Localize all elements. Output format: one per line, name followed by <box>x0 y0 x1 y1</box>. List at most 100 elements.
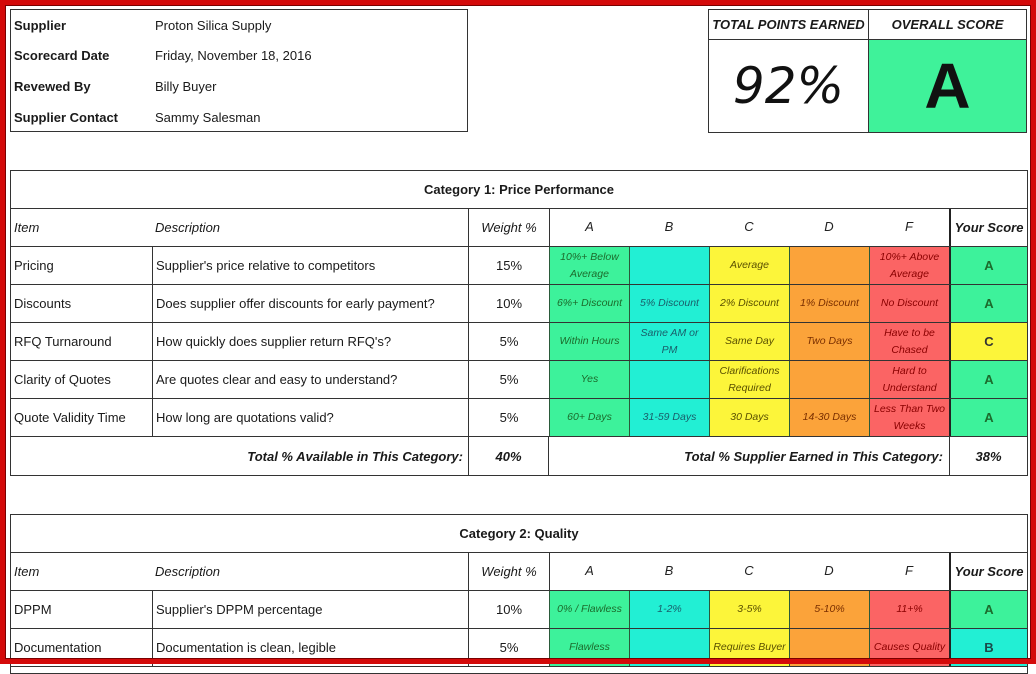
column-header-d: D <box>824 219 834 235</box>
grade-a-criteria: Flawless <box>549 629 629 666</box>
grade-c-criteria: Average <box>709 247 789 284</box>
table-row: Discounts Does supplier offer discounts … <box>11 285 1027 323</box>
overall-score-header: OVERALL SCORE <box>869 10 1026 40</box>
row-weight: 10% <box>468 591 549 628</box>
grade-f-criteria: Hard to Understand <box>869 361 949 398</box>
row-description: How long are quotations valid? <box>152 399 468 436</box>
column-header-f: F <box>905 219 913 235</box>
column-header-item: Item <box>14 564 40 579</box>
grade-d-criteria <box>789 247 869 284</box>
supplier-info-box: Supplier Proton Silica Supply Scorecard … <box>10 9 468 132</box>
grade-b-criteria <box>629 629 709 666</box>
grade-c-criteria: 3-5% <box>709 591 789 628</box>
row-description: Documentation is clean, legible <box>152 629 468 666</box>
grade-b-criteria <box>629 247 709 284</box>
row-weight: 5% <box>468 323 549 360</box>
grade-c-criteria: 2% Discount <box>709 285 789 322</box>
row-item: Quote Validity Time <box>14 410 126 425</box>
total-points-value: 92% <box>709 40 869 132</box>
column-header-b: B <box>664 563 674 579</box>
info-label: Supplier <box>14 18 67 33</box>
score-summary-box: TOTAL POINTS EARNED OVERALL SCORE 92% A <box>708 9 1027 133</box>
grade-a-criteria: 10%+ Below Average <box>549 247 629 284</box>
row-item: Clarity of Quotes <box>14 372 111 387</box>
info-label: Supplier Contact <box>14 110 119 125</box>
grade-f-criteria: Causes Quality <box>869 629 949 666</box>
column-header-weight: Weight % <box>468 209 549 246</box>
row-description: Supplier's DPPM percentage <box>152 591 468 628</box>
total-available-label: Total % Available in This Category: <box>247 448 463 464</box>
table-row: Documentation Documentation is clean, le… <box>11 629 1027 667</box>
table-row: Quote Validity Time How long are quotati… <box>11 399 1027 437</box>
your-score-cell[interactable]: A <box>949 591 1027 628</box>
row-description: Does supplier offer discounts for early … <box>152 285 468 322</box>
column-header-a: A <box>549 209 629 246</box>
column-header-c: C <box>744 563 754 579</box>
table-header-row: Item Description Weight % A B C D F Your… <box>11 553 1027 591</box>
supplier-contact: Sammy Salesman <box>155 110 261 125</box>
row-description: Supplier's price relative to competitors <box>152 247 468 284</box>
grade-d-criteria: 14-30 Days <box>789 399 869 436</box>
table-row: Clarity of Quotes Are quotes clear and e… <box>11 361 1027 399</box>
table-header-row: Item Description Weight % A B C D F Your… <box>11 209 1027 247</box>
table-row: DPPM Supplier's DPPM percentage 10% 0% /… <box>11 591 1027 629</box>
grade-c-criteria: Clarifications Required <box>709 361 789 398</box>
category-table-price-performance: Category 1: Price Performance Item Descr… <box>10 170 1028 476</box>
grade-d-criteria <box>789 361 869 398</box>
column-header-description: Description <box>155 220 221 235</box>
row-weight: 10% <box>468 285 549 322</box>
table-row: Pricing Supplier's price relative to com… <box>11 247 1027 285</box>
your-score-cell[interactable]: A <box>949 285 1027 322</box>
row-weight: 5% <box>468 361 549 398</box>
column-header-weight: Weight % <box>468 553 549 590</box>
total-earned-label: Total % Supplier Earned in This Category… <box>684 448 943 464</box>
reviewer-name: Billy Buyer <box>155 79 217 94</box>
total-earned-value: 38% <box>949 437 1027 475</box>
grade-f-criteria: 11+% <box>869 591 949 628</box>
row-description: How quickly does supplier return RFQ's? <box>152 323 468 360</box>
your-score-cell[interactable]: C <box>949 323 1027 360</box>
info-row-supplier-contact: Supplier Contact Sammy Salesman <box>11 103 467 133</box>
grade-f-criteria: No Discount <box>869 285 949 322</box>
your-score-cell[interactable]: A <box>949 399 1027 436</box>
info-row-scorecard-date: Scorecard Date Friday, November 18, 2016 <box>11 41 467 71</box>
grade-c-criteria: Requires Buyer <box>709 629 789 666</box>
row-item: RFQ Turnaround <box>14 334 112 349</box>
table-row: RFQ Turnaround How quickly does supplier… <box>11 323 1027 361</box>
grade-a-criteria: 0% / Flawless <box>549 591 629 628</box>
your-score-cell[interactable]: A <box>949 361 1027 398</box>
grade-a-criteria: 6%+ Discount <box>549 285 629 322</box>
category-title: Category 1: Price Performance <box>11 171 1027 209</box>
total-available-value: 40% <box>468 437 549 475</box>
grade-b-criteria: Same AM or PM <box>629 323 709 360</box>
column-header-your-score: Your Score <box>949 553 1027 590</box>
row-weight: 5% <box>468 399 549 436</box>
grade-b-criteria: 1-2% <box>629 591 709 628</box>
grade-c-criteria: Same Day <box>709 323 789 360</box>
grade-b-criteria: 5% Discount <box>629 285 709 322</box>
grade-f-criteria: Have to be Chased <box>869 323 949 360</box>
row-item: DPPM <box>14 602 52 617</box>
info-label: Scorecard Date <box>14 48 110 63</box>
grade-d-criteria: Two Days <box>789 323 869 360</box>
category-table-quality: Category 2: Quality Item Description Wei… <box>10 514 1028 674</box>
info-row-supplier: Supplier Proton Silica Supply <box>11 11 467 41</box>
grade-b-criteria <box>629 361 709 398</box>
column-header-item: Item <box>14 220 40 235</box>
column-header-description: Description <box>155 564 221 579</box>
row-item: Pricing <box>14 258 54 273</box>
column-header-f: F <box>905 563 913 579</box>
grade-a-criteria: Within Hours <box>549 323 629 360</box>
grade-d-criteria: 5-10% <box>789 591 869 628</box>
your-score-cell[interactable]: B <box>949 629 1027 666</box>
grade-d-criteria: 1% Discount <box>789 285 869 322</box>
info-row-reviewed-by: Revewed By Billy Buyer <box>11 72 467 102</box>
row-item: Documentation <box>14 640 102 655</box>
your-score-cell[interactable]: A <box>949 247 1027 284</box>
grade-b-criteria: 31-59 Days <box>629 399 709 436</box>
column-header-d: D <box>824 563 834 579</box>
column-header-a: A <box>549 553 629 590</box>
column-header-c: C <box>744 219 754 235</box>
row-item: Discounts <box>14 296 72 311</box>
overall-score-grade: A <box>869 40 1026 132</box>
